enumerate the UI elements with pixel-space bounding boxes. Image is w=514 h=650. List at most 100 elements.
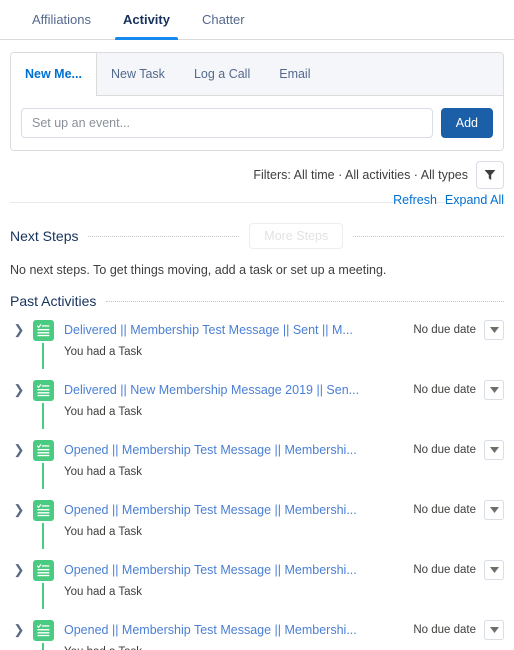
activity-row-menu-button[interactable]	[484, 440, 504, 460]
chevron-right-icon[interactable]: ❯	[10, 617, 28, 643]
activity-item-body: Opened || Membership Test Message || Mem…	[58, 617, 504, 650]
next-steps-divider-left	[88, 235, 240, 237]
filter-funnel-button[interactable]	[476, 161, 504, 189]
activity-due-date: No due date	[413, 504, 476, 516]
chevron-right-icon[interactable]: ❯	[10, 497, 28, 523]
activity-item-body: Opened || Membership Test Message || Mem…	[58, 497, 504, 544]
activity-due-date: No due date	[413, 324, 476, 336]
task-checklist-glyph	[36, 564, 49, 577]
primary-tab-bar: Affiliations Activity Chatter	[0, 0, 514, 40]
task-checklist-glyph	[36, 624, 49, 637]
tab-activity[interactable]: Activity	[107, 0, 186, 40]
past-activities-divider	[106, 300, 504, 302]
subtab-log-a-call-label: Log a Call	[193, 67, 251, 81]
next-steps-header: Next Steps More Steps	[0, 213, 514, 249]
activity-icon-column	[28, 377, 58, 429]
activity-timeline-item: ❯ Opened || Membership Test Message || Me…	[10, 557, 504, 617]
task-checklist-icon[interactable]	[32, 440, 54, 461]
activity-subject-link[interactable]: Opened || Membership Test Message || Mem…	[64, 443, 405, 457]
activity-subject-link[interactable]: Opened || Membership Test Message || Mem…	[64, 503, 405, 517]
funnel-icon	[484, 170, 496, 180]
activity-item-body: Opened || Membership Test Message || Mem…	[58, 437, 504, 484]
activity-row-menu-button[interactable]	[484, 380, 504, 400]
activity-description: You had a Task	[64, 346, 143, 358]
activity-item-main-row: Opened || Membership Test Message || Mem…	[64, 497, 504, 523]
subtab-new-meeting-label: New Me...	[25, 67, 82, 81]
subtab-new-task-label: New Task	[110, 67, 165, 81]
activity-due-date: No due date	[413, 384, 476, 396]
activity-icon-column	[28, 437, 58, 489]
subtab-log-a-call[interactable]: Log a Call	[180, 53, 265, 95]
chevron-right-icon[interactable]: ❯	[10, 317, 28, 343]
activity-subject-link[interactable]: Opened || Membership Test Message || Mem…	[64, 563, 405, 577]
chevron-down-icon	[489, 327, 499, 333]
chevron-down-icon	[489, 567, 499, 573]
activity-timeline-item: ❯ Delivered || Membership Test Message ||…	[10, 317, 504, 377]
task-checklist-glyph	[36, 504, 49, 517]
task-checklist-glyph	[36, 444, 49, 457]
activity-item-main-row: Delivered || Membership Test Message || …	[64, 317, 504, 343]
next-steps-title: Next Steps	[10, 228, 79, 244]
task-checklist-icon[interactable]	[32, 500, 54, 521]
subtab-new-task[interactable]: New Task	[97, 53, 180, 95]
chevron-right-icon[interactable]: ❯	[10, 437, 28, 463]
past-activities-title: Past Activities	[10, 293, 97, 309]
activity-timeline-item: ❯ Opened || Membership Test Message || Me…	[10, 437, 504, 497]
activity-subject-link[interactable]: Delivered || Membership Test Message || …	[64, 323, 405, 337]
activity-item-main-row: Opened || Membership Test Message || Mem…	[64, 437, 504, 463]
chevron-down-icon	[489, 447, 499, 453]
more-steps-button[interactable]: More Steps	[249, 223, 344, 249]
tab-activity-label: Activity	[123, 12, 170, 27]
chevron-right-icon[interactable]: ❯	[10, 557, 28, 583]
activity-subject-link[interactable]: Delivered || New Membership Message 2019…	[64, 383, 405, 397]
timeline-connector	[42, 523, 44, 549]
activity-item-main-row: Delivered || New Membership Message 2019…	[64, 377, 504, 403]
subtab-email-label: Email	[279, 67, 311, 81]
tab-chatter-label: Chatter	[201, 12, 245, 27]
expand-all-link[interactable]: Expand All	[444, 193, 504, 207]
activity-due-date: No due date	[413, 444, 476, 456]
next-steps-divider-right	[353, 235, 504, 237]
task-checklist-icon[interactable]	[32, 620, 54, 641]
activity-timeline-item: ❯ Opened || Membership Test Message || Me…	[10, 497, 504, 557]
chevron-right-icon[interactable]: ❯	[10, 377, 28, 403]
subtab-email[interactable]: Email	[265, 53, 325, 95]
timeline-connector	[42, 463, 44, 489]
activity-due-date: No due date	[413, 624, 476, 636]
refresh-link[interactable]: Refresh	[393, 193, 437, 207]
activity-icon-column	[28, 617, 58, 650]
activity-row-menu-button[interactable]	[484, 500, 504, 520]
activity-row-menu-button[interactable]	[484, 620, 504, 640]
subtab-new-meeting[interactable]: New Me...	[11, 53, 97, 96]
task-checklist-glyph	[36, 384, 49, 397]
task-checklist-icon[interactable]	[32, 320, 54, 341]
task-checklist-icon[interactable]	[32, 380, 54, 401]
chevron-down-icon	[489, 627, 499, 633]
refresh-actions-row: Refresh Expand All	[0, 189, 514, 207]
activity-item-main-row: Opened || Membership Test Message || Mem…	[64, 557, 504, 583]
activity-icon-column	[28, 557, 58, 609]
activity-description: You had a Task	[64, 586, 143, 598]
composer-body: Add	[11, 96, 503, 150]
tab-affiliations[interactable]: Affiliations	[16, 0, 107, 39]
activity-subject-link[interactable]: Opened || Membership Test Message || Mem…	[64, 623, 405, 637]
past-activities-timeline: ❯ Delivered || Membership Test Message ||…	[0, 317, 514, 650]
activity-row-menu-button[interactable]	[484, 560, 504, 580]
activity-item-body: Delivered || New Membership Message 2019…	[58, 377, 504, 424]
chevron-down-icon	[489, 507, 499, 513]
activity-timeline-item: ❯ Opened || Membership Test Message || Me…	[10, 617, 504, 650]
activity-icon-column	[28, 497, 58, 549]
activity-description: You had a Task	[64, 526, 143, 538]
filters-summary-text: Filters: All time · All activities · All…	[253, 168, 468, 182]
activity-icon-column	[28, 317, 58, 369]
task-checklist-icon[interactable]	[32, 560, 54, 581]
timeline-connector	[42, 343, 44, 369]
add-button[interactable]: Add	[440, 108, 493, 138]
activity-item-main-row: Opened || Membership Test Message || Mem…	[64, 617, 504, 643]
activity-row-menu-button[interactable]	[484, 320, 504, 340]
activity-description: You had a Task	[64, 643, 504, 650]
composer-subtab-bar: New Me... New Task Log a Call Email	[11, 53, 503, 96]
tab-chatter[interactable]: Chatter	[186, 0, 261, 39]
task-checklist-glyph	[36, 324, 49, 337]
event-subject-input[interactable]	[21, 108, 433, 138]
